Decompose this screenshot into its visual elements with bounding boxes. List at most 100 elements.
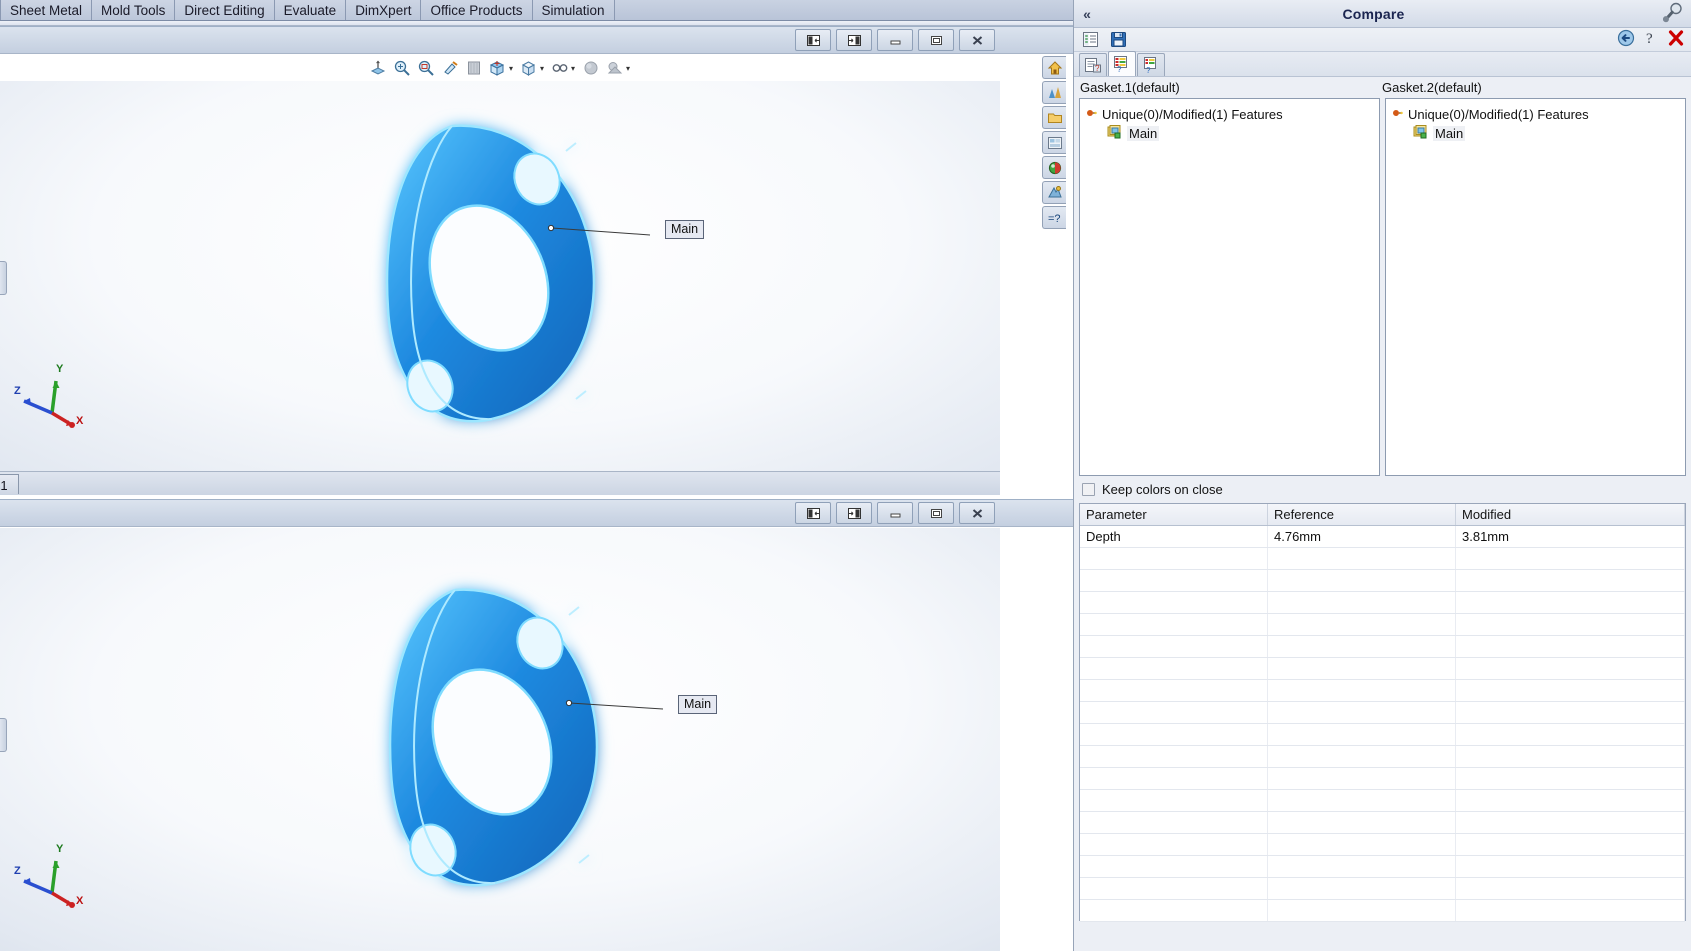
viewport-bottom-titlebar (0, 500, 1073, 527)
document-name-left: Gasket.1(default) (1080, 80, 1180, 95)
graphics-canvas-top[interactable]: Main Y Z X (0, 81, 1000, 471)
callout-main-top[interactable]: Main (665, 220, 705, 240)
parameter-table: Parameter Reference Modified Depth 4.76m… (1079, 503, 1686, 922)
graphics-canvas-bottom[interactable]: Main Y Z X (0, 528, 1000, 951)
table-row-empty (1080, 680, 1685, 702)
collapse-panel-button[interactable]: « (1074, 6, 1100, 22)
compare-documents-tab[interactable]: ? (1079, 53, 1107, 76)
zoom-in-out-icon[interactable] (439, 57, 461, 79)
svg-text:=?: =? (1048, 213, 1061, 225)
ribbon-tab-strip: Sheet Metal Mold Tools Direct Editing Ev… (0, 0, 1073, 21)
compare-geometry-tab[interactable]: ? (1137, 53, 1165, 76)
column-header-parameter[interactable]: Parameter (1080, 504, 1268, 525)
tree-child-row[interactable]: Main (1085, 124, 1374, 143)
feature-tree-left[interactable]: Unique(0)/Modified(1) Features Main (1079, 98, 1380, 476)
compare-features-tab[interactable]: ? (1108, 51, 1136, 76)
home-resources-icon[interactable] (1042, 56, 1066, 79)
feature-bullet-icon (1085, 107, 1097, 122)
feature-bullet-icon (1391, 107, 1403, 122)
back-arrow-icon[interactable] (1617, 29, 1635, 50)
save-report-icon[interactable] (1108, 30, 1128, 50)
compare-header-actions: ? (1617, 29, 1685, 50)
viewport-top-flyout-handle[interactable] (0, 261, 7, 295)
tree-child-label: Main (1433, 126, 1466, 141)
ribbon-tab-mold-tools[interactable]: Mold Tools (92, 0, 176, 20)
ribbon-tab-evaluate[interactable]: Evaluate (274, 0, 347, 20)
close-icon[interactable] (959, 502, 995, 524)
column-header-modified[interactable]: Modified (1456, 504, 1685, 525)
ribbon-tab-simulation[interactable]: Simulation (532, 0, 615, 20)
magnifier-icon[interactable] (1662, 1, 1685, 26)
tree-root-label: Unique(0)/Modified(1) Features (1102, 107, 1283, 122)
chevron-down-icon[interactable]: ▾ (626, 64, 630, 73)
triad-label-x: X (76, 895, 84, 907)
view-orientation-icon[interactable] (487, 57, 509, 79)
tree-child-row[interactable]: Main (1391, 124, 1680, 143)
table-row-empty (1080, 548, 1685, 570)
restore-left-icon[interactable] (795, 502, 831, 524)
hide-show-items-icon[interactable] (549, 57, 571, 79)
minimize-icon[interactable] (877, 502, 913, 524)
minimize-icon[interactable] (877, 29, 913, 51)
view-triad-top: Y Z X (14, 363, 94, 433)
table-row-empty (1080, 900, 1685, 922)
display-style-icon[interactable] (518, 57, 540, 79)
tab-animation1[interactable]: nation1 (0, 474, 19, 494)
compare-header: « Compare (1074, 0, 1691, 28)
compare-panel: « Compare ? ? ? ? Gasket.1(default) Gask… (1073, 0, 1691, 951)
tree-root-label: Unique(0)/Modified(1) Features (1408, 107, 1589, 122)
keep-colors-on-close-row[interactable]: Keep colors on close (1074, 476, 1691, 503)
svg-text:?: ? (1646, 31, 1653, 47)
triad-label-y: Y (56, 843, 64, 855)
ribbon-tab-dimxpert[interactable]: DimXpert (346, 0, 422, 20)
ribbon-tab-sheet-metal[interactable]: Sheet Metal (0, 0, 93, 20)
compare-mode-tabs: ? ? ? (1074, 51, 1691, 77)
tree-child-label: Main (1127, 126, 1160, 141)
view-triad-bottom: Y Z X (14, 843, 94, 913)
scene-icon[interactable] (604, 57, 626, 79)
design-library-icon[interactable] (1042, 81, 1066, 104)
help-question-icon[interactable]: ? (1644, 29, 1658, 50)
compare-toolbar: ? (1074, 28, 1691, 52)
custom-properties-icon[interactable] (1042, 181, 1066, 204)
chevron-down-icon[interactable]: ▾ (509, 64, 513, 73)
table-row-empty (1080, 746, 1685, 768)
callout-main-bottom[interactable]: Main (678, 695, 718, 715)
ribbon-tab-direct-editing[interactable]: Direct Editing (175, 0, 275, 20)
cell-modified: 3.81mm (1456, 526, 1685, 547)
tree-root-row[interactable]: Unique(0)/Modified(1) Features (1391, 105, 1680, 124)
ribbon-tab-office-products[interactable]: Office Products (421, 0, 533, 20)
maximize-icon[interactable] (918, 29, 954, 51)
keep-colors-label: Keep colors on close (1102, 482, 1223, 497)
close-icon[interactable] (959, 29, 995, 51)
zoom-to-area-icon[interactable] (415, 57, 437, 79)
feature-tree-right[interactable]: Unique(0)/Modified(1) Features Main (1385, 98, 1686, 476)
restore-left-icon[interactable] (795, 29, 831, 51)
triad-label-z: Z (14, 385, 21, 397)
close-x-icon[interactable] (1667, 29, 1685, 50)
previous-view-icon[interactable] (463, 57, 485, 79)
ribbon-tab-label: Evaluate (283, 2, 337, 18)
tree-root-row[interactable]: Unique(0)/Modified(1) Features (1085, 105, 1374, 124)
viewport-bottom-flyout-handle[interactable] (0, 718, 7, 752)
restore-right-icon[interactable] (836, 29, 872, 51)
table-row[interactable]: Depth 4.76mm 3.81mm (1080, 526, 1685, 548)
cad-area: Sheet Metal Mold Tools Direct Editing Ev… (0, 0, 1073, 951)
file-explorer-icon[interactable] (1042, 106, 1066, 129)
solidworks-forum-icon[interactable]: =? (1042, 206, 1066, 229)
table-row-empty (1080, 878, 1685, 900)
maximize-icon[interactable] (918, 502, 954, 524)
app-window: Sheet Metal Mold Tools Direct Editing Ev… (0, 0, 1691, 951)
column-header-reference[interactable]: Reference (1268, 504, 1456, 525)
chevron-down-icon[interactable]: ▾ (571, 64, 575, 73)
appearances-scenes-icon[interactable] (1042, 156, 1066, 179)
zoom-to-fit-icon[interactable] (391, 57, 413, 79)
restore-right-icon[interactable] (836, 502, 872, 524)
table-row-empty (1080, 592, 1685, 614)
appearance-icon[interactable] (580, 57, 602, 79)
view-palette-icon[interactable] (1042, 131, 1066, 154)
compare-options-icon[interactable] (1080, 30, 1100, 50)
chevron-down-icon[interactable]: ▾ (540, 64, 544, 73)
keep-colors-checkbox[interactable] (1082, 483, 1095, 496)
section-view-icon[interactable] (367, 57, 389, 79)
